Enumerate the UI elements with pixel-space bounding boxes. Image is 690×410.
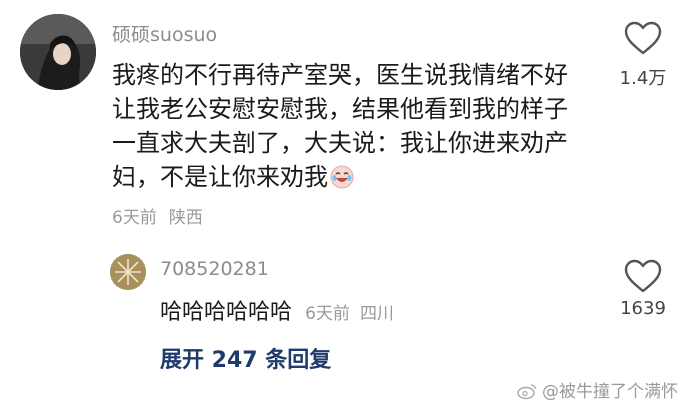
commenter-username[interactable]: 硕硕suosuo <box>112 20 217 47</box>
reply-like-count: 1639 <box>620 298 666 319</box>
reply-meta: 6天前 四川 <box>305 304 394 324</box>
comment-meta: 6天前 陕西 <box>112 203 203 228</box>
comment-body: 我疼的不行再待产室哭，医生说我情绪不好让我老公安慰安慰我，结果他看到我的样子一直… <box>112 58 572 194</box>
reply-time: 6天前 <box>305 304 350 324</box>
watermark-text: @被牛撞了个满怀 <box>542 382 678 402</box>
comment-location: 陕西 <box>168 208 203 228</box>
commenter-avatar[interactable] <box>20 14 96 90</box>
weibo-logo-icon <box>517 384 537 400</box>
reply-text: 哈哈哈哈哈哈 <box>160 300 293 325</box>
watermark: @被牛撞了个满怀 <box>516 377 678 402</box>
comment-time: 6天前 <box>112 208 157 228</box>
like-heart-icon[interactable] <box>623 258 663 294</box>
reply-location: 四川 <box>359 304 394 324</box>
reply-row: 哈哈哈哈哈哈 6天前 四川 <box>160 294 394 326</box>
crying-laughing-face-icon <box>330 164 354 189</box>
like-heart-icon[interactable] <box>623 20 663 56</box>
reply-avatar[interactable] <box>110 254 146 290</box>
reply-username[interactable]: 708520281 <box>160 258 269 280</box>
expand-replies-link[interactable]: 展开 247 条回复 <box>160 342 331 374</box>
comment-like-count: 1.4万 <box>619 68 667 89</box>
